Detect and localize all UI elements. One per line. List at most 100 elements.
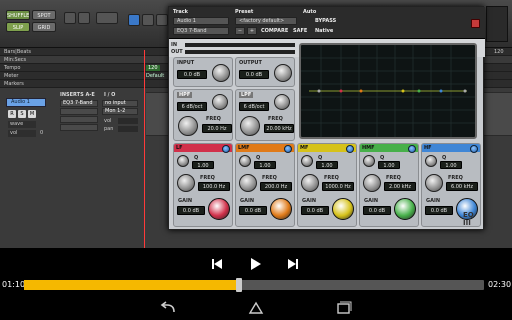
lpf-slope-display[interactable]: 6 dB/oct [239,102,269,111]
input-gain-display[interactable]: 0.0 dB [177,70,207,79]
output-gain-knob[interactable] [274,64,292,82]
band-gain-knob[interactable] [332,198,354,220]
band-q-display[interactable]: 1.00 [440,161,462,169]
hpf-enable-button[interactable]: HPF [177,92,193,98]
band-q-display[interactable]: 1.00 [192,161,214,169]
safe-button[interactable]: SAFE [293,28,307,34]
meter-in-label: IN [171,42,178,48]
mute-button[interactable]: M [28,110,36,118]
lpf-slope-knob[interactable] [274,94,290,110]
band-gain-knob[interactable] [208,198,230,220]
band-freq-display[interactable]: 100.0 Hz [198,182,230,191]
lmf-node [359,89,363,93]
play-icon[interactable] [248,256,262,270]
hpf-freq-display[interactable]: 20.0 Hz [202,124,232,133]
solo-button[interactable]: S [18,110,26,118]
lpf-freq-display[interactable]: 20.00 kHz [264,124,294,133]
lpf-enable-button[interactable]: LPF [239,92,254,98]
volume-fader-mini[interactable] [118,118,138,124]
lpf-freq-knob[interactable] [240,116,260,136]
track-view-selector[interactable]: wave [8,121,36,128]
zoom-tool-button[interactable] [64,12,76,24]
band-gain-label: GAIN [302,198,317,204]
track-selector[interactable]: Audio 1 [173,17,229,25]
eq-bands: LF Q 1.00 FREQ 100.0 Hz GAIN 0.0 dB LMF … [173,143,481,227]
record-enable-button[interactable]: R [8,110,16,118]
band-freq-knob[interactable] [363,174,381,192]
output-selector[interactable]: Mon 1-2 [102,108,138,115]
band-gain-display[interactable]: 0.0 dB [301,206,329,215]
insert-slot-2[interactable] [60,108,98,115]
insert-selector[interactable]: EQ3 7-Band [173,27,229,35]
insert-slot-1[interactable]: EQ3 7-Band [60,100,98,107]
band-q-knob[interactable] [425,155,437,167]
record-arm-icon[interactable] [471,19,480,28]
band-type-icon[interactable] [284,145,292,153]
back-icon[interactable] [158,300,178,316]
input-gain-knob[interactable] [212,64,230,82]
spot-mode-button[interactable]: SPOT [32,10,56,20]
bypass-button[interactable]: BYPASS [315,18,336,24]
recents-icon[interactable] [334,300,354,316]
insert-slot-3[interactable] [60,116,98,123]
output-label: OUTPUT [239,60,262,66]
band-type-icon[interactable] [470,145,478,153]
band-gain-display[interactable]: 0.0 dB [425,206,453,215]
band-gain-knob[interactable] [270,198,292,220]
band-freq-knob[interactable] [177,174,195,192]
insert-slot-4[interactable] [60,124,98,131]
band-gain-display[interactable]: 0.0 dB [177,206,205,215]
band-gain-display[interactable]: 0.0 dB [239,206,267,215]
band-freq-knob[interactable] [425,174,443,192]
band-q-display[interactable]: 1.00 [254,161,276,169]
zoom-preset-button[interactable] [78,12,90,24]
preset-minus-button[interactable]: − [235,27,245,35]
shuffle-mode-button[interactable]: SHUFFLE [6,10,30,20]
progress-bar[interactable] [24,278,484,292]
output-gain-display[interactable]: 0.0 dB [239,70,269,79]
band-q-knob[interactable] [177,155,189,167]
hpf-freq-knob[interactable] [178,116,198,136]
band-freq-knob[interactable] [301,174,319,192]
band-freq-display[interactable]: 6.00 kHz [446,182,478,191]
compare-button[interactable]: COMPARE [261,28,288,34]
band-q-display[interactable]: 1.00 [316,161,338,169]
inserts-header: INSERTS A-E [60,92,95,98]
band-q-knob[interactable] [239,155,251,167]
preset-plus-button[interactable]: + [247,27,257,35]
band-q-knob[interactable] [301,155,313,167]
band-freq-knob[interactable] [239,174,257,192]
pan-slider-mini[interactable] [118,126,138,132]
band-lf-section: LF Q 1.00 FREQ 100.0 Hz GAIN 0.0 dB [173,143,233,227]
progress-thumb[interactable] [235,278,242,292]
band-freq-display[interactable]: 2.00 kHz [384,182,416,191]
hpf-slope-display[interactable]: 6 dB/oct [177,102,207,111]
eq-graph-svg [301,45,475,137]
band-q-knob[interactable] [363,155,375,167]
preset-selector[interactable]: <factory default> [235,17,297,25]
selector-tool-button[interactable] [142,14,154,26]
band-gain-knob[interactable] [394,198,416,220]
skip-previous-icon[interactable] [210,256,224,270]
hpf-node [317,89,321,93]
home-icon[interactable] [246,300,266,316]
band-type-icon[interactable] [222,145,230,153]
band-q-display[interactable]: 1.00 [378,161,400,169]
skip-next-icon[interactable] [286,256,300,270]
band-freq-display[interactable]: 1000.0 Hz [322,182,354,191]
zoom-presets-button[interactable] [96,12,118,24]
band-gain-display[interactable]: 0.0 dB [363,206,391,215]
band-type-icon[interactable] [408,145,416,153]
hpf-slope-knob[interactable] [212,94,228,110]
input-selector[interactable]: no input [102,100,138,107]
band-freq-display[interactable]: 200.0 Hz [260,182,292,191]
grid-mode-button[interactable]: GRID [32,22,56,32]
eq-response-graph[interactable] [299,43,477,139]
automation-selector[interactable]: vol [8,130,36,137]
band-type-icon[interactable] [346,145,354,153]
trim-tool-button[interactable] [128,14,140,26]
slip-mode-button[interactable]: SLIP [6,22,30,32]
track-name[interactable]: Audio 1 [6,98,46,107]
grabber-tool-button[interactable] [156,14,168,26]
lpf-freq-label: FREQ [268,116,283,122]
